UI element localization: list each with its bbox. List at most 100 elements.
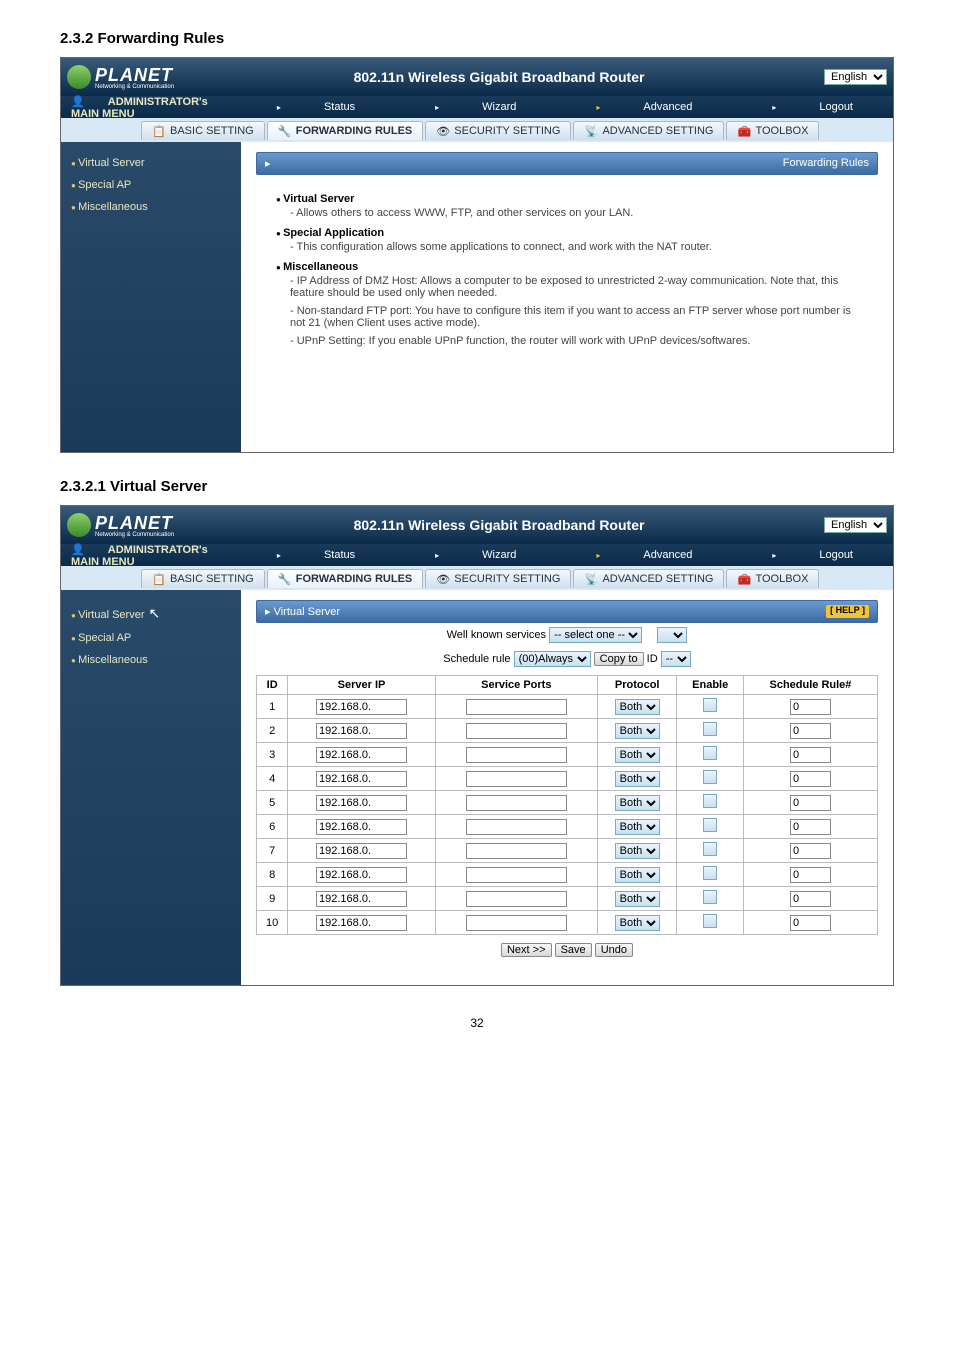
- service-ports-input[interactable]: [466, 723, 567, 739]
- protocol-select[interactable]: Both: [615, 795, 660, 811]
- protocol-select[interactable]: Both: [615, 891, 660, 907]
- sidebar-item-special-ap[interactable]: Special AP: [61, 174, 241, 196]
- enable-checkbox[interactable]: [703, 698, 717, 712]
- enable-checkbox[interactable]: [703, 818, 717, 832]
- menu-logout[interactable]: ▸Logout: [732, 101, 893, 113]
- sidebar-item-special-ap[interactable]: Special AP: [61, 627, 241, 649]
- tab-basic-setting[interactable]: 📋BASIC SETTING: [141, 569, 265, 588]
- sidebar-item-virtual-server[interactable]: Virtual Server↖: [61, 600, 241, 627]
- server-ip-input[interactable]: [316, 819, 407, 835]
- menu-wizard[interactable]: ▸Wizard: [395, 549, 556, 561]
- schedule-rule-label: Schedule rule: [443, 653, 510, 665]
- server-ip-input[interactable]: [316, 747, 407, 763]
- tab-forwarding-rules[interactable]: 🔧FORWARDING RULES: [267, 121, 424, 140]
- menu-status[interactable]: ▸Status: [237, 101, 395, 113]
- tab-advanced-setting[interactable]: 📡ADVANCED SETTING: [573, 121, 724, 140]
- table-row: 3 Both: [257, 743, 878, 767]
- schedule-rule-input[interactable]: [790, 915, 831, 931]
- advanced-icon: 📡: [584, 125, 598, 137]
- id-select[interactable]: --: [661, 651, 691, 667]
- service-ports-input[interactable]: [466, 771, 567, 787]
- advanced-icon: 📡: [584, 573, 598, 585]
- tab-basic-setting[interactable]: 📋BASIC SETTING: [141, 121, 265, 140]
- protocol-select[interactable]: Both: [615, 771, 660, 787]
- server-ip-input[interactable]: [316, 699, 407, 715]
- security-icon: 👁: [436, 573, 450, 585]
- logo-globe-icon: [67, 513, 91, 537]
- menu-advanced[interactable]: ▸Advanced: [556, 101, 732, 113]
- language-select[interactable]: English: [824, 69, 887, 85]
- menu-logout[interactable]: ▸Logout: [732, 549, 893, 561]
- enable-checkbox[interactable]: [703, 746, 717, 760]
- enable-checkbox[interactable]: [703, 866, 717, 880]
- col-serverip: Server IP: [288, 676, 435, 695]
- well-known-services-select[interactable]: -- select one --: [549, 627, 642, 643]
- copy-to-button[interactable]: Copy to: [594, 652, 644, 666]
- server-ip-input[interactable]: [316, 771, 407, 787]
- col-enable: Enable: [677, 676, 743, 695]
- enable-checkbox[interactable]: [703, 794, 717, 808]
- schedule-rule-input[interactable]: [790, 699, 831, 715]
- schedule-rule-input[interactable]: [790, 795, 831, 811]
- menu-status[interactable]: ▸Status: [237, 549, 395, 561]
- tab-advanced-setting[interactable]: 📡ADVANCED SETTING: [573, 569, 724, 588]
- sidebar-item-miscellaneous[interactable]: Miscellaneous: [61, 649, 241, 671]
- sidebar-item-virtual-server[interactable]: Virtual Server: [61, 152, 241, 174]
- sidebar-item-miscellaneous[interactable]: Miscellaneous: [61, 196, 241, 218]
- service-ports-input[interactable]: [466, 747, 567, 763]
- service-ports-input[interactable]: [466, 699, 567, 715]
- tab-security-setting[interactable]: 👁SECURITY SETTING: [425, 121, 571, 140]
- schedule-rule-input[interactable]: [790, 747, 831, 763]
- protocol-select[interactable]: Both: [615, 819, 660, 835]
- enable-checkbox[interactable]: [703, 914, 717, 928]
- schedule-rule-input[interactable]: [790, 891, 831, 907]
- server-ip-input[interactable]: [316, 891, 407, 907]
- service-ports-input[interactable]: [466, 915, 567, 931]
- server-ip-input[interactable]: [316, 867, 407, 883]
- language-select[interactable]: English: [824, 517, 887, 533]
- wks-extra-select[interactable]: [657, 627, 687, 643]
- service-ports-input[interactable]: [466, 867, 567, 883]
- protocol-select[interactable]: Both: [615, 699, 660, 715]
- protocol-select[interactable]: Both: [615, 723, 660, 739]
- enable-checkbox[interactable]: [703, 890, 717, 904]
- schedule-rule-select[interactable]: (00)Always: [514, 651, 591, 667]
- logo-text: PLANET: [95, 65, 173, 85]
- save-button[interactable]: Save: [555, 943, 592, 957]
- protocol-select[interactable]: Both: [615, 867, 660, 883]
- logo-text: PLANET: [95, 513, 173, 533]
- enable-checkbox[interactable]: [703, 770, 717, 784]
- server-ip-input[interactable]: [316, 915, 407, 931]
- protocol-select[interactable]: Both: [615, 915, 660, 931]
- schedule-rule-input[interactable]: [790, 819, 831, 835]
- service-ports-input[interactable]: [466, 795, 567, 811]
- service-ports-input[interactable]: [466, 819, 567, 835]
- enable-checkbox[interactable]: [703, 842, 717, 856]
- row-id: 3: [257, 743, 288, 767]
- menu-advanced[interactable]: ▸Advanced: [556, 549, 732, 561]
- col-protocol: Protocol: [597, 676, 677, 695]
- server-ip-input[interactable]: [316, 723, 407, 739]
- schedule-rule-input[interactable]: [790, 723, 831, 739]
- server-ip-input[interactable]: [316, 843, 407, 859]
- service-ports-input[interactable]: [466, 891, 567, 907]
- menu-wizard[interactable]: ▸Wizard: [395, 101, 556, 113]
- tab-toolbox[interactable]: 🧰TOOLBOX: [726, 569, 819, 588]
- tab-security-setting[interactable]: 👁SECURITY SETTING: [425, 569, 571, 588]
- tab-toolbox[interactable]: 🧰TOOLBOX: [726, 121, 819, 140]
- service-ports-input[interactable]: [466, 843, 567, 859]
- item-special-application: Special Application: [276, 227, 858, 239]
- undo-button[interactable]: Undo: [595, 943, 633, 957]
- help-button[interactable]: [ HELP ]: [826, 605, 869, 618]
- schedule-rule-input[interactable]: [790, 867, 831, 883]
- tab-forwarding-rules[interactable]: 🔧FORWARDING RULES: [267, 569, 424, 588]
- row-id: 5: [257, 791, 288, 815]
- schedule-rule-input[interactable]: [790, 771, 831, 787]
- enable-checkbox[interactable]: [703, 722, 717, 736]
- forward-icon: 🔧: [278, 125, 292, 137]
- protocol-select[interactable]: Both: [615, 747, 660, 763]
- next-button[interactable]: Next >>: [501, 943, 552, 957]
- server-ip-input[interactable]: [316, 795, 407, 811]
- schedule-rule-input[interactable]: [790, 843, 831, 859]
- protocol-select[interactable]: Both: [615, 843, 660, 859]
